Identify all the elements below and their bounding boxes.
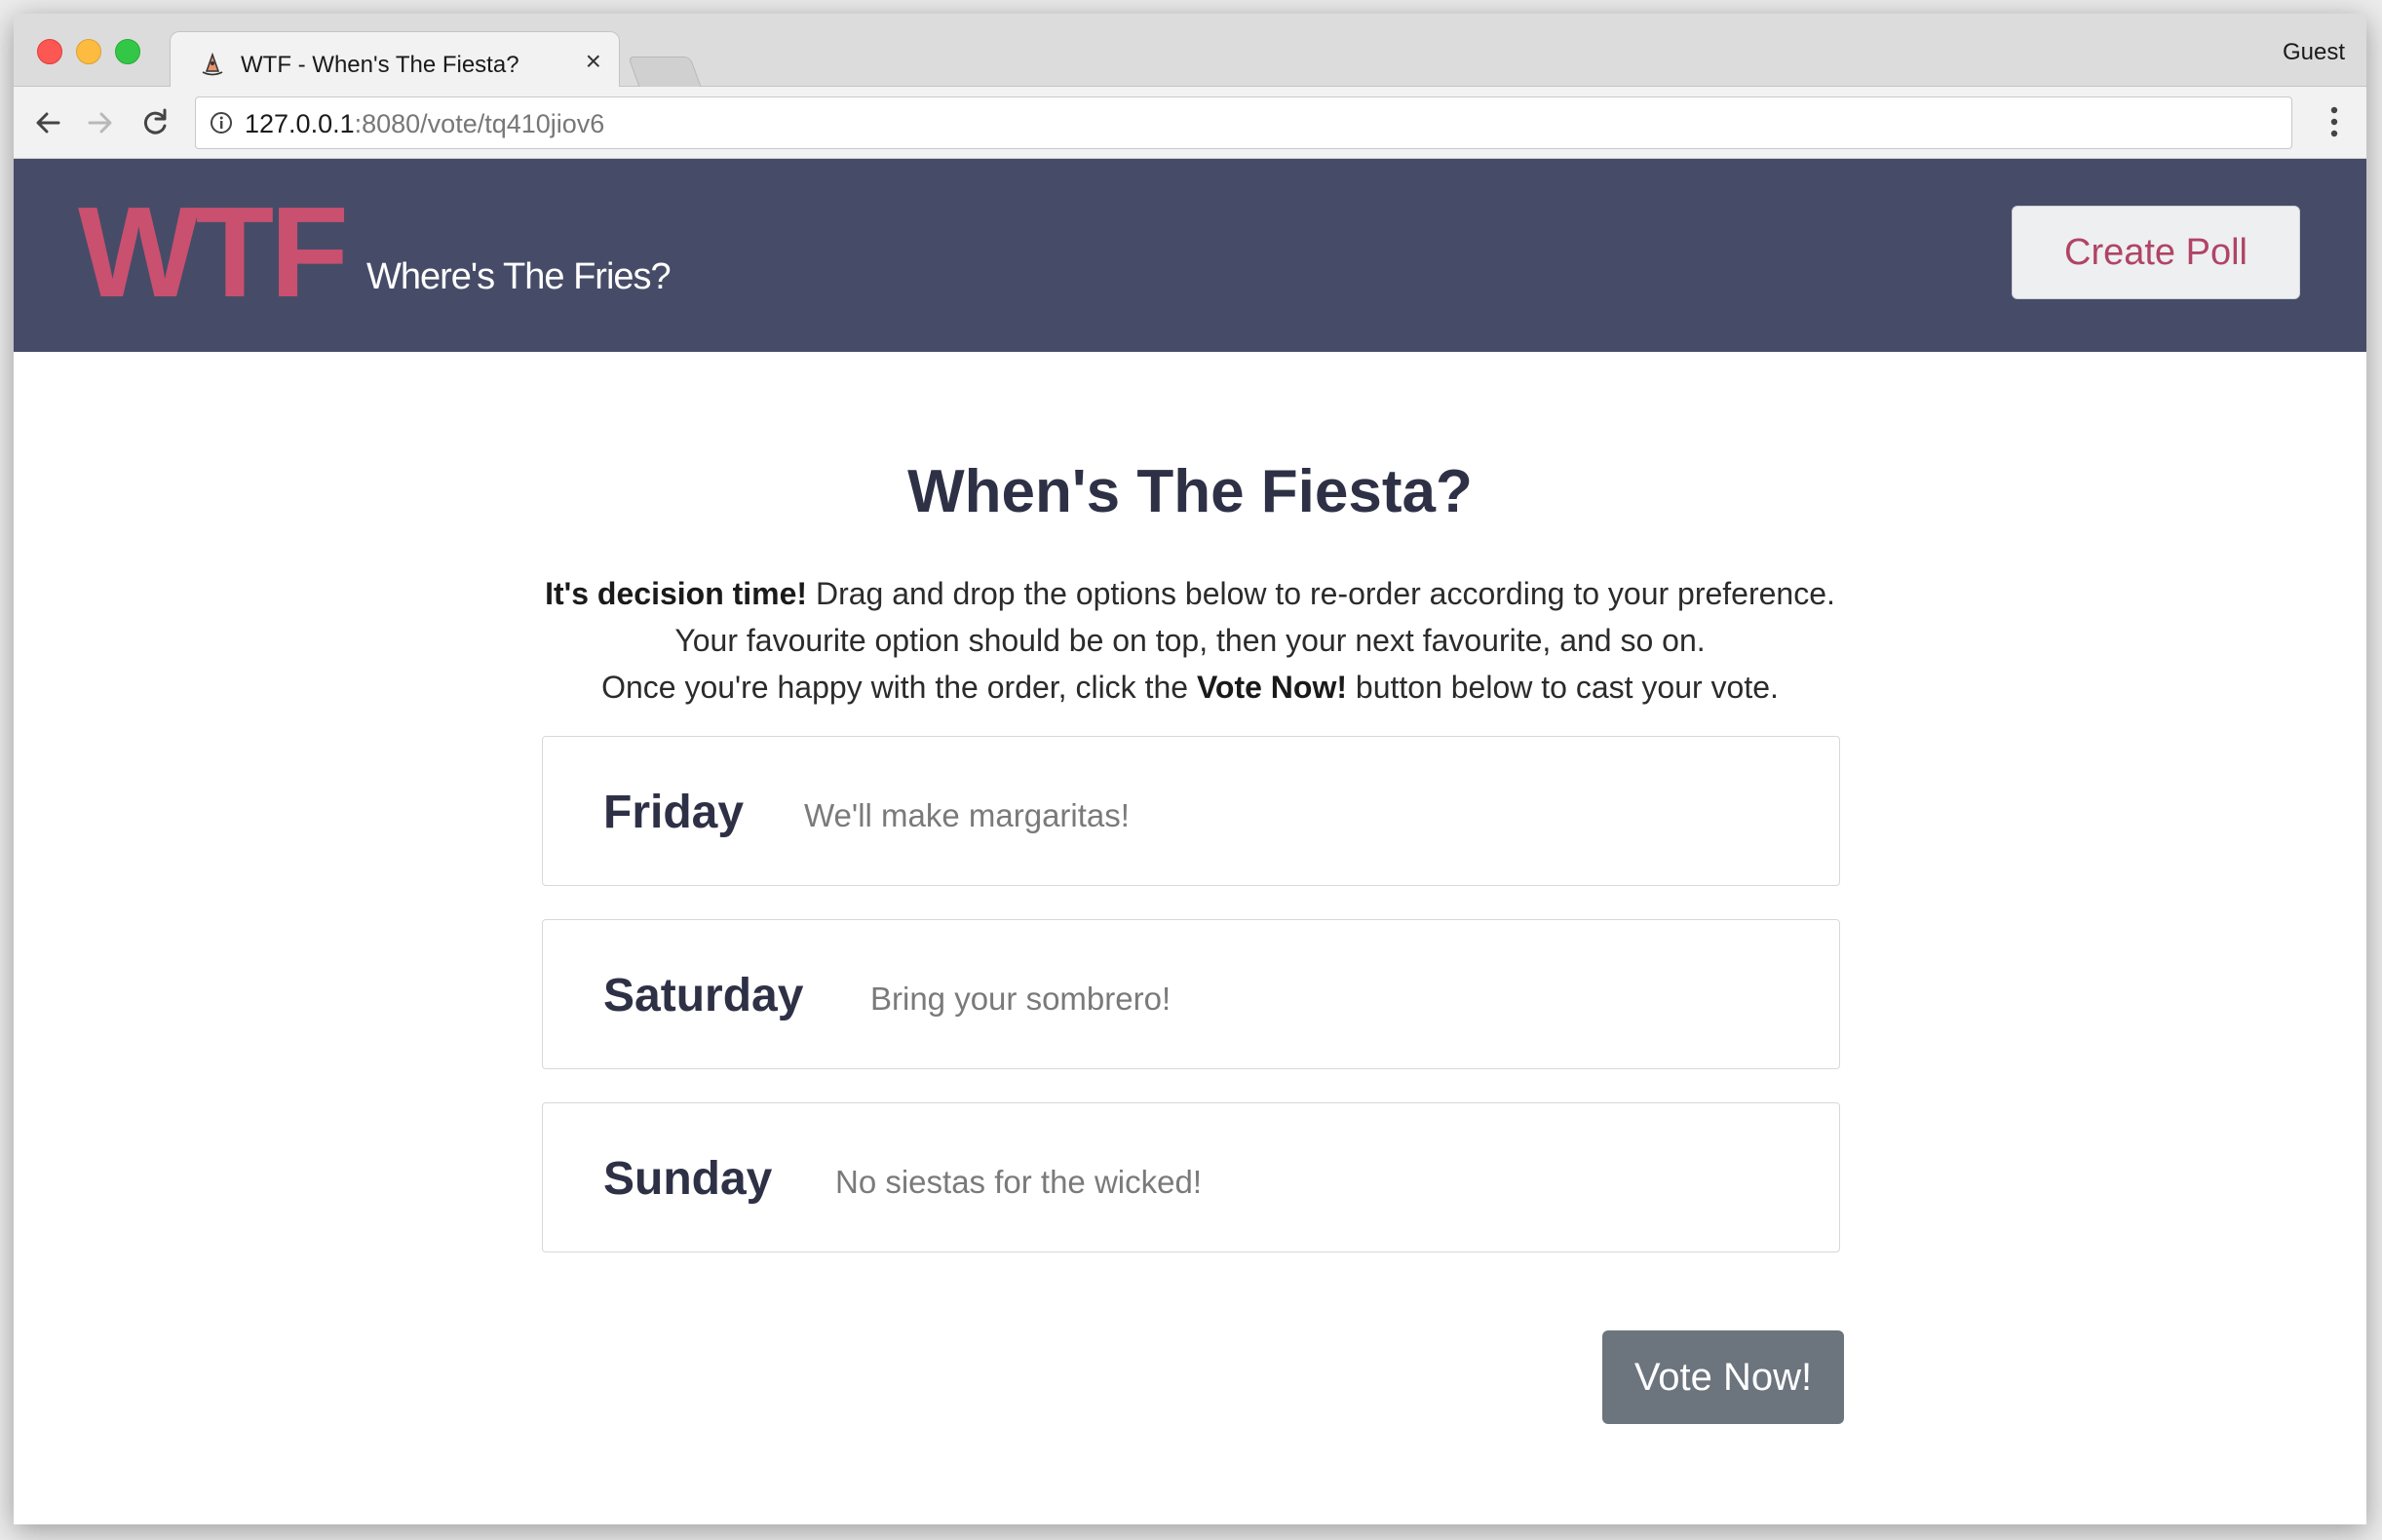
instructions-line-2: Your favourite option should be on top, … — [674, 623, 1706, 658]
tab-close-icon[interactable]: × — [586, 46, 601, 76]
option-day: Sunday — [603, 1153, 773, 1205]
poll-option-friday[interactable]: Friday We'll make margaritas! — [542, 736, 1840, 886]
info-icon[interactable] — [210, 111, 233, 135]
profile-button[interactable]: Guest — [2283, 39, 2345, 66]
zoom-window-button[interactable] — [115, 39, 140, 64]
instructions-line-3: Once you're happy with the order, click … — [14, 664, 2366, 711]
poll-options-list: Friday We'll make margaritas! Saturday B… — [542, 736, 1840, 1286]
browser-tab-active[interactable]: WTF - When's The Fiesta? × — [170, 31, 620, 89]
forward-arrow-icon[interactable] — [84, 106, 117, 139]
browser-toolbar: 127.0.0.1:8080/vote/tq410jiov6 — [14, 87, 2366, 159]
tab-title: WTF - When's The Fiesta? — [241, 52, 519, 78]
instructions-emphasis: It's decision time! — [545, 576, 808, 611]
instructions-vote-now-mention: Vote Now! — [1196, 670, 1347, 705]
vertical-dots-menu-icon[interactable] — [2329, 104, 2339, 139]
browser-window: WTF - When's The Fiesta? × Guest 127.0.0… — [14, 14, 2366, 1524]
voting-instructions: It's decision time! Drag and drop the op… — [14, 570, 2366, 711]
address-bar[interactable]: 127.0.0.1:8080/vote/tq410jiov6 — [195, 96, 2292, 149]
option-note: No siestas for the wicked! — [835, 1164, 1202, 1200]
instructions-line-1-text: Drag and drop the options below to re-or… — [807, 576, 1835, 611]
instructions-line-3-end: button below to cast your vote. — [1347, 670, 1779, 705]
instructions-line-1: It's decision time! Drag and drop the op… — [14, 570, 2366, 617]
option-day: Friday — [603, 787, 745, 838]
poll-title: When's The Fiesta? — [907, 458, 1473, 525]
option-note: Bring your sombrero! — [870, 981, 1172, 1017]
address-host: 127.0.0.1 — [245, 109, 355, 138]
poll-option-saturday[interactable]: Saturday Bring your sombrero! — [542, 919, 1840, 1069]
option-note: We'll make margaritas! — [804, 797, 1130, 833]
browser-tab-strip: WTF - When's The Fiesta? × Guest — [14, 14, 2366, 89]
address-url: 127.0.0.1:8080/vote/tq410jiov6 — [245, 109, 604, 139]
option-day: Saturday — [603, 970, 804, 1021]
address-path: :8080/vote/tq410jiov6 — [354, 109, 605, 138]
create-poll-button[interactable]: Create Poll — [2012, 206, 2300, 299]
vote-now-button[interactable]: Vote Now! — [1602, 1330, 1844, 1424]
new-tab-button[interactable] — [628, 57, 702, 88]
instructions-line-3-start: Once you're happy with the order, click … — [601, 670, 1197, 705]
minimize-window-button[interactable] — [76, 39, 101, 64]
reload-icon[interactable] — [138, 106, 172, 139]
back-arrow-icon[interactable] — [31, 106, 64, 139]
site-logo[interactable]: WTF — [78, 188, 349, 317]
sombrero-favicon-icon — [202, 52, 223, 76]
site-header: WTF Where's The Fries? Create Poll — [14, 159, 2366, 352]
poll-option-sunday[interactable]: Sunday No siestas for the wicked! — [542, 1102, 1840, 1252]
site-tagline: Where's The Fries? — [366, 256, 672, 297]
page-content: WTF Where's The Fries? Create Poll When'… — [14, 159, 2366, 1524]
close-window-button[interactable] — [37, 39, 62, 64]
